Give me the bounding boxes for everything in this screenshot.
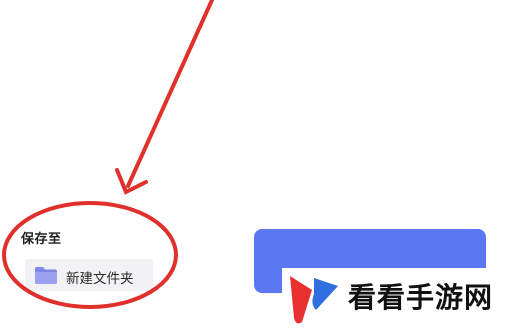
new-folder-button[interactable]: 新建文件夹 (25, 259, 153, 291)
watermark-text: 看看手游网 (348, 281, 494, 314)
folder-icon (35, 267, 57, 284)
annotation-arrow (115, 0, 214, 195)
folder-label: 新建文件夹 (66, 271, 134, 287)
annotation-ellipse (2, 201, 178, 309)
brand-logo-icon (290, 276, 338, 324)
save-to-label: 保存至 (21, 232, 62, 247)
